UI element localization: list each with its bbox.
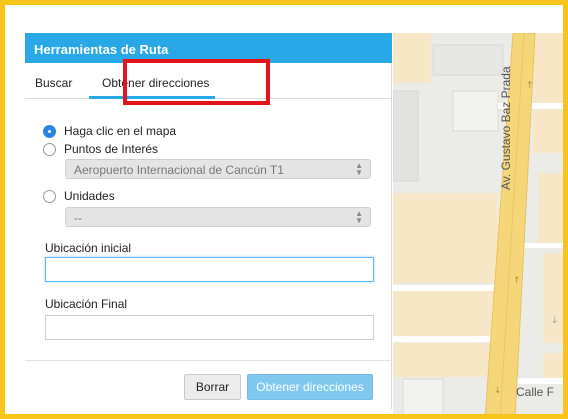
svg-text:↑: ↑: [526, 81, 534, 91]
street-label-bottom: Calle F: [516, 385, 555, 399]
svg-text:↑: ↑: [513, 276, 521, 286]
radio-click-map[interactable]: [43, 124, 56, 138]
poi-select[interactable]: Aeropuerto Internacional de Cancún T1 ▲ ▼: [65, 159, 371, 179]
start-location-label: Ubicación inicial: [45, 241, 132, 255]
option-click-map[interactable]: Haga clic en el mapa: [43, 124, 176, 138]
option-points-of-interest[interactable]: Puntos de Interés: [43, 142, 158, 156]
street-label-main: Av. Gustavo Baz Prada: [499, 66, 513, 190]
map-view[interactable]: ↑ ↑ ↓ ↓ Av. Gustavo Baz Prada Calle F: [392, 32, 563, 414]
clear-button[interactable]: Borrar: [184, 374, 241, 400]
screenshot-frame: Herramientas de Ruta Buscar Obtener dire…: [0, 0, 568, 419]
highlight-annotation-box: [123, 59, 270, 105]
select-arrows-icon: ▲ ▼: [355, 209, 363, 225]
option-click-map-label: Haga clic en el mapa: [64, 124, 177, 138]
footer-divider: [25, 360, 392, 361]
unit-select[interactable]: -- ▲ ▼: [65, 207, 371, 227]
option-poi-label: Puntos de Interés: [64, 142, 159, 156]
radio-units[interactable]: [43, 189, 56, 203]
tab-buscar[interactable]: Buscar: [35, 76, 72, 90]
start-location-input[interactable]: [45, 257, 374, 282]
option-units-label: Unidades: [64, 189, 115, 203]
end-location-label: Ubicación Final: [45, 297, 128, 311]
poi-select-value: Aeropuerto Internacional de Cancún T1: [74, 163, 284, 177]
get-directions-button[interactable]: Obtener direcciones: [247, 374, 373, 400]
unit-select-value: --: [74, 211, 82, 225]
map-tiles: ↑ ↑ ↓ ↓: [392, 32, 563, 414]
svg-text:↓: ↓: [551, 316, 559, 326]
svg-text:↓: ↓: [494, 386, 502, 396]
radio-points-of-interest[interactable]: [43, 142, 56, 156]
option-units[interactable]: Unidades: [43, 189, 115, 203]
end-location-input[interactable]: [45, 315, 374, 340]
select-arrows-icon: ▲ ▼: [355, 161, 363, 177]
